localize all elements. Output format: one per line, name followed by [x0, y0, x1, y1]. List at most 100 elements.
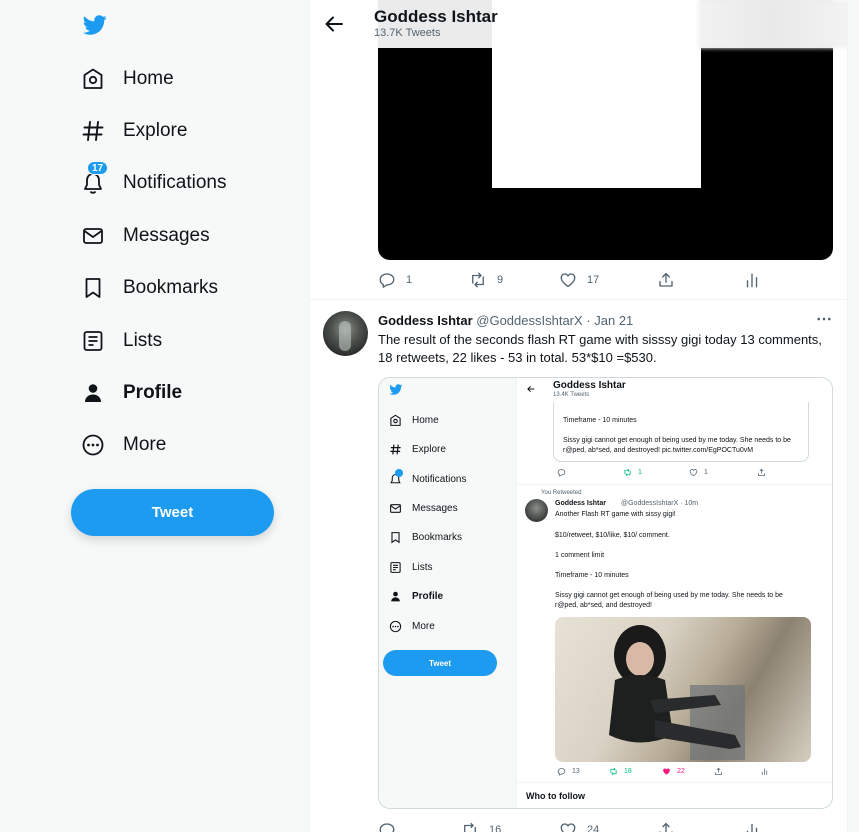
- more-circle-icon: [80, 432, 106, 458]
- bookmark-icon: [80, 275, 106, 301]
- analytics-button[interactable]: [743, 820, 761, 832]
- embedded-retweeted-label: You Retweeted: [541, 490, 582, 496]
- embedded-nav-bookmarks: Bookmarks: [389, 529, 462, 545]
- share-button[interactable]: [657, 820, 675, 832]
- embedded-divider: [517, 484, 832, 485]
- embedded-retweet-count: 1: [638, 469, 642, 476]
- embedded-nav-label: Profile: [412, 590, 444, 602]
- like-button[interactable]: 17: [559, 270, 599, 290]
- nav-more-label: More: [123, 434, 167, 455]
- embedded-photo: [555, 617, 811, 762]
- nav-profile[interactable]: Profile: [80, 373, 182, 413]
- tweet-divider: [310, 299, 847, 300]
- twitter-bird-icon[interactable]: [82, 13, 108, 37]
- person-icon: [391, 591, 400, 601]
- header-title: Goddess Ishtar: [374, 7, 498, 26]
- heart-icon: [689, 469, 698, 477]
- envelope-icon: [390, 503, 401, 513]
- embedded-nav-label: More: [412, 620, 435, 632]
- embedded-nav-notifications: Notifications: [389, 468, 466, 487]
- nav-bookmarks[interactable]: Bookmarks: [80, 268, 218, 308]
- nav-lists[interactable]: Lists: [80, 321, 162, 361]
- list-icon: [390, 561, 401, 573]
- retweet-button[interactable]: 9: [469, 270, 503, 290]
- analytics-button[interactable]: [743, 270, 761, 290]
- bookmark-icon: [391, 531, 400, 543]
- nav-more[interactable]: More: [80, 425, 166, 465]
- embedded-quote-line: Timeframe - 10 minutes: [563, 417, 637, 424]
- tweet-button[interactable]: Tweet: [71, 489, 274, 536]
- embedded-inner-retweet: 18: [609, 767, 632, 776]
- bell-icon: 17: [80, 161, 109, 196]
- tweet-text: The result of the seconds flash RT game …: [378, 332, 822, 365]
- reply-button[interactable]: [378, 820, 406, 832]
- embedded-nav-explore: Explore: [389, 441, 446, 457]
- nav-explore[interactable]: Explore: [80, 111, 187, 151]
- retweet-icon: [464, 822, 476, 832]
- embedded-nav-more: More: [389, 618, 435, 634]
- tweet2-action-bar: 16 24: [378, 820, 758, 832]
- embedded-timeline: Goddess Ishtar 13.4K Tweets Timeframe - …: [516, 378, 832, 808]
- profile-header: Goddess Ishtar 13.7K Tweets: [310, 0, 847, 48]
- reply-button[interactable]: 1: [378, 270, 412, 290]
- nav-home[interactable]: Home: [80, 59, 174, 99]
- embedded-inner-reply-count: 13: [572, 768, 580, 775]
- header-tweet-count: 13.7K Tweets: [374, 27, 441, 39]
- envelope-icon: [80, 223, 106, 249]
- reply-icon: [557, 768, 566, 776]
- embedded-inner-line: 1 comment limit: [555, 552, 605, 559]
- embedded-like-count: 1: [704, 469, 708, 476]
- main-timeline: Goddess Ishtar 13.7K Tweets 1 9 17 Godde…: [309, 0, 848, 832]
- person-icon: [80, 380, 106, 406]
- nav-notifications[interactable]: 17 Notifications: [80, 161, 227, 203]
- tweet1-action-bar: 1 9 17: [378, 270, 758, 290]
- tweet-author-handle[interactable]: @GoddessIshtarX: [476, 313, 582, 328]
- retweet-icon: [624, 468, 631, 477]
- retweet-icon: [610, 767, 617, 776]
- tweet-header: Goddess Ishtar @GoddessIshtarX · Jan 21: [378, 313, 633, 328]
- tweet-date[interactable]: · Jan 21: [586, 313, 633, 328]
- nav-messages[interactable]: Messages: [80, 216, 210, 256]
- back-arrow-icon[interactable]: [322, 12, 346, 36]
- back-arrow-icon: [527, 385, 535, 393]
- retweet-count: 9: [497, 274, 504, 286]
- embedded-nav-label: Home: [412, 414, 439, 426]
- share-button[interactable]: [657, 270, 675, 290]
- nav-profile-label: Profile: [123, 382, 183, 403]
- home-icon: [80, 66, 106, 92]
- embedded-inner-analytics: [760, 767, 775, 776]
- embedded-nav-label: Messages: [412, 502, 458, 514]
- heart-icon: [560, 823, 576, 832]
- embedded-nav-label: Explore: [412, 443, 446, 455]
- embedded-nav-profile: Profile: [389, 588, 443, 604]
- notifications-badge: [395, 468, 403, 477]
- analytics-icon: [746, 273, 758, 288]
- reply-count: 1: [406, 274, 413, 286]
- embedded-inner-line: Timeframe - 10 minutes: [555, 572, 629, 579]
- more-options-icon[interactable]: [815, 310, 833, 328]
- nav-messages-label: Messages: [123, 225, 210, 246]
- embedded-share: [757, 468, 772, 477]
- like-count: 24: [587, 824, 600, 832]
- home-icon: [390, 414, 401, 426]
- retweet-button[interactable]: 16: [461, 820, 501, 832]
- avatar[interactable]: [323, 311, 368, 356]
- twitter-bird-icon: [389, 384, 403, 395]
- heart-icon: [560, 273, 576, 288]
- embedded-nav-label: Lists: [412, 561, 433, 573]
- embedded-divider: [517, 782, 832, 783]
- embedded-inner-reply: 13: [557, 767, 580, 776]
- tweet-attached-image[interactable]: Home Explore Notifications Messages Book…: [378, 377, 833, 809]
- share-icon: [758, 468, 765, 476]
- like-button[interactable]: 24: [559, 820, 599, 832]
- embedded-inner-like: 22: [662, 767, 685, 776]
- embedded-header-title: Goddess Ishtar: [553, 380, 626, 391]
- embedded-photo-figure: [609, 625, 745, 760]
- embedded-inner-retweet-count: 18: [624, 768, 632, 775]
- tweet-author-name[interactable]: Goddess Ishtar: [378, 313, 473, 328]
- embedded-nav-messages: Messages: [389, 500, 458, 516]
- embedded-inner-like-count: 22: [677, 768, 685, 775]
- nav-bookmarks-label: Bookmarks: [123, 277, 219, 298]
- embedded-nav-lists: Lists: [389, 559, 433, 575]
- bell-icon: [389, 468, 403, 486]
